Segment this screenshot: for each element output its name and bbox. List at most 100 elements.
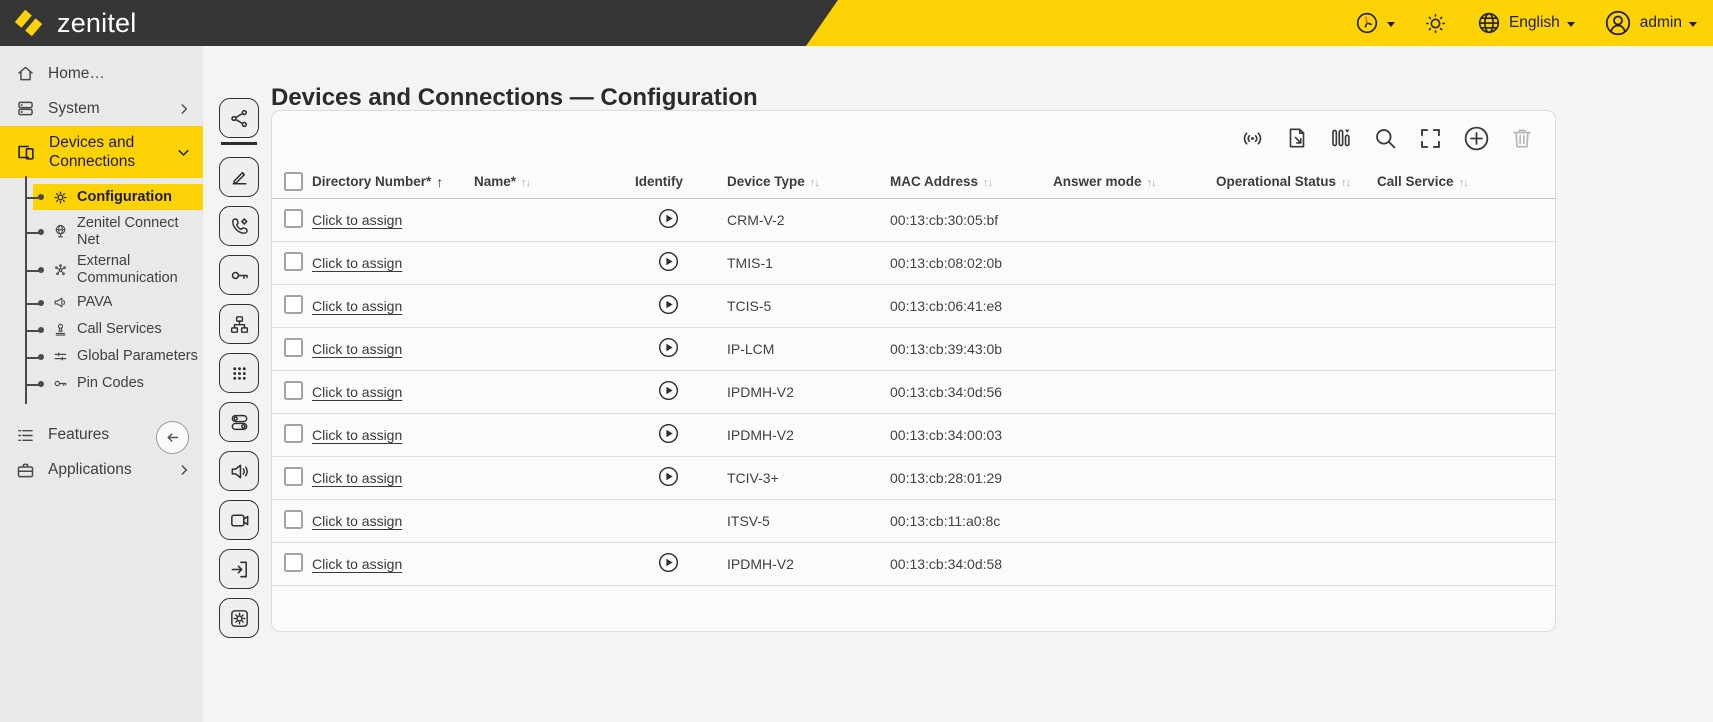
collapse-sidebar-button[interactable]: [156, 421, 189, 454]
rail-access-key-button[interactable]: [219, 255, 259, 295]
zenitel-logo[interactable]: zenitel: [12, 0, 136, 46]
zenitel-logo-icon: [12, 6, 46, 40]
column-header-device-type[interactable]: Device Type: [727, 174, 890, 189]
key-icon: [228, 264, 251, 287]
device-type-cell: ITSV-5: [727, 513, 770, 529]
column-header-call-service[interactable]: Call Service: [1377, 174, 1555, 189]
file-export-icon[interactable]: [1284, 125, 1310, 151]
sidebar-item-devices-and-connections[interactable]: Devices and Connections: [0, 126, 203, 178]
select-all-checkbox[interactable]: [284, 172, 303, 191]
rail-audio-button[interactable]: [219, 451, 259, 491]
sidebar-item-label: Devices and Connections: [49, 133, 136, 170]
rail-edit-button[interactable]: [219, 157, 259, 197]
app-window: zenitel English admin Home… System Devic…: [0, 0, 1713, 722]
broadcast-icon[interactable]: [1239, 125, 1266, 152]
column-header-name[interactable]: Name*: [474, 174, 635, 189]
server-stack-icon: [15, 98, 36, 119]
identify-play-button[interactable]: [657, 422, 680, 445]
logo-text: zenitel: [57, 7, 137, 38]
sidebar-item-call-services[interactable]: Call Services: [26, 319, 203, 341]
sidebar-item-configuration[interactable]: Configuration: [26, 184, 203, 210]
row-checkbox[interactable]: [284, 510, 303, 529]
sidebar-item-pin-codes[interactable]: Pin Codes: [26, 373, 203, 395]
directory-number-assign-link[interactable]: Click to assign: [312, 341, 402, 357]
phone-gear-icon: [228, 215, 251, 238]
sidebar-item-label: Home…: [48, 64, 105, 82]
filter-columns-icon[interactable]: [1328, 125, 1354, 151]
sidebar-item-zenitel-connect-net[interactable]: Zenitel Connect Net: [26, 215, 203, 248]
briefcase-icon: [15, 460, 36, 481]
sliders-icon: [52, 348, 69, 365]
fullscreen-icon[interactable]: [1417, 125, 1444, 152]
rail-settings-button[interactable]: [219, 598, 259, 638]
row-checkbox[interactable]: [284, 381, 303, 400]
identify-play-button[interactable]: [657, 250, 680, 273]
user-menu[interactable]: admin: [1603, 8, 1697, 38]
identify-play-button[interactable]: [657, 207, 680, 230]
identify-play-button[interactable]: [657, 293, 680, 316]
sidebar-item-label: Configuration: [77, 188, 173, 205]
list-icon: [15, 425, 36, 446]
theme-toggle[interactable]: [1423, 11, 1448, 36]
delete-icon[interactable]: [1509, 125, 1535, 151]
language-menu[interactable]: English: [1476, 10, 1575, 36]
chevron-right-icon: [177, 102, 191, 116]
directory-number-assign-link[interactable]: Click to assign: [312, 384, 402, 400]
search-icon[interactable]: [1372, 125, 1399, 152]
directory-number-assign-link[interactable]: Click to assign: [312, 255, 402, 271]
sort-icon: [1147, 174, 1156, 189]
add-icon[interactable]: [1462, 124, 1491, 153]
device-type-cell: TCIV-3+: [727, 470, 779, 486]
column-header-directory-number[interactable]: Directory Number*: [312, 174, 474, 190]
sidebar-item-system[interactable]: System: [0, 91, 203, 126]
row-checkbox[interactable]: [284, 338, 303, 357]
column-header-answer-mode[interactable]: Answer mode: [1053, 174, 1216, 189]
table-row: Click to assign ITSV-5 00:13:cb:11:a0:8c: [272, 500, 1555, 543]
row-checkbox[interactable]: [284, 424, 303, 443]
rail-phone-settings-button[interactable]: [219, 206, 259, 246]
mac-address-cell: 00:13:cb:34:00:03: [890, 427, 1003, 443]
device-type-cell: TMIS-1: [727, 255, 773, 271]
identify-play-button[interactable]: [657, 336, 680, 359]
column-header-operational-status[interactable]: Operational Status: [1216, 174, 1377, 189]
directory-number-assign-link[interactable]: Click to assign: [312, 513, 402, 529]
megaphone-icon: [52, 294, 69, 311]
rail-camera-button[interactable]: [219, 500, 259, 540]
mac-address-cell: 00:13:cb:28:01:29: [890, 470, 1003, 486]
directory-number-assign-link[interactable]: Click to assign: [312, 556, 402, 572]
identify-play-button[interactable]: [657, 379, 680, 402]
column-header-mac-address[interactable]: MAC Address: [890, 174, 1053, 189]
sidebar-item-label: External Communication: [77, 253, 178, 287]
sidebar-item-pava[interactable]: PAVA: [26, 292, 203, 314]
rail-topology-button[interactable]: [219, 98, 259, 145]
clock-icon: [1354, 10, 1380, 36]
directory-number-assign-link[interactable]: Click to assign: [312, 470, 402, 486]
mac-address-cell: 00:13:cb:39:43:0b: [890, 341, 1003, 357]
sidebar-item-applications[interactable]: Applications: [0, 453, 203, 488]
chevron-down-icon: [176, 145, 191, 160]
rail-toggles-button[interactable]: [219, 402, 259, 442]
time-menu[interactable]: [1354, 10, 1395, 36]
globe-stand-icon: [52, 223, 69, 240]
sidebar-item-global-parameters[interactable]: Global Parameters: [26, 346, 203, 368]
sidebar-item-home[interactable]: Home…: [0, 56, 203, 91]
directory-number-assign-link[interactable]: Click to assign: [312, 427, 402, 443]
row-checkbox[interactable]: [284, 252, 303, 271]
pencil-icon: [228, 166, 251, 189]
identify-play-button[interactable]: [657, 465, 680, 488]
directory-number-assign-link[interactable]: Click to assign: [312, 298, 402, 314]
row-checkbox[interactable]: [284, 209, 303, 228]
node-network-icon: [52, 262, 69, 279]
rail-door-button[interactable]: [219, 549, 259, 589]
rail-sitemap-button[interactable]: [219, 304, 259, 344]
sidebar-item-external-communication[interactable]: External Communication: [26, 253, 203, 287]
sidebar-item-label: Features: [48, 426, 110, 444]
directory-number-assign-link[interactable]: Click to assign: [312, 212, 402, 228]
rail-keypad-button[interactable]: [219, 353, 259, 393]
identify-play-button[interactable]: [657, 551, 680, 574]
mac-address-cell: 00:13:cb:34:0d:56: [890, 384, 1003, 400]
user-icon: [1603, 8, 1633, 38]
row-checkbox[interactable]: [284, 467, 303, 486]
row-checkbox[interactable]: [284, 295, 303, 314]
row-checkbox[interactable]: [284, 553, 303, 572]
